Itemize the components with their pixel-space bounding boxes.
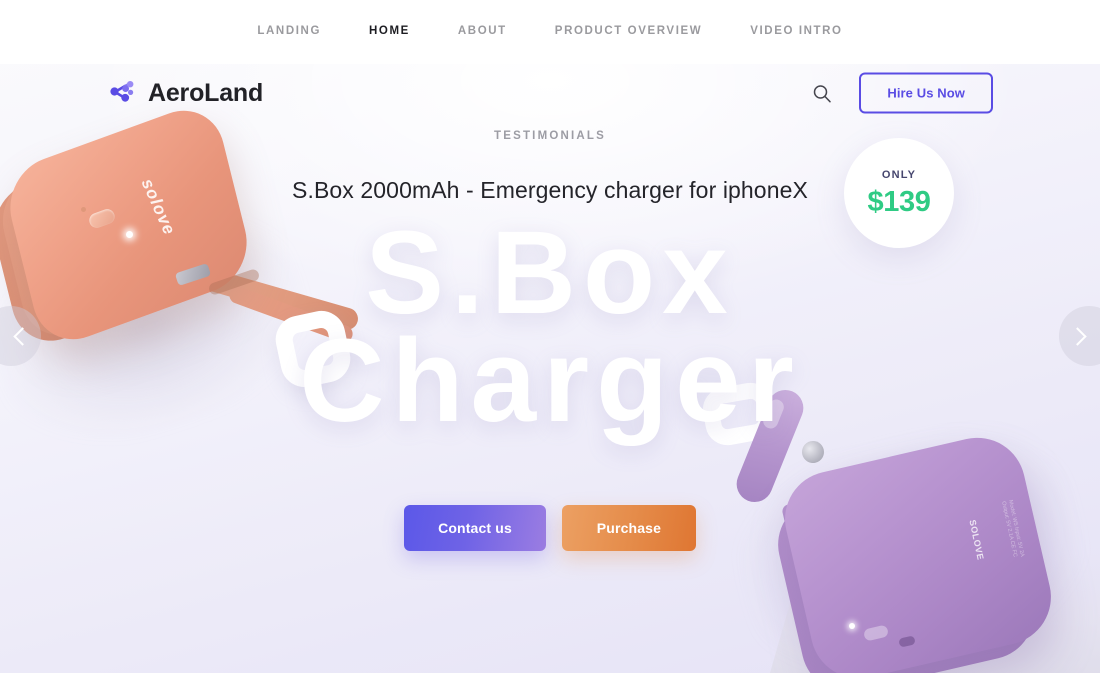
hire-us-now-button[interactable]: Hire Us Now xyxy=(859,72,993,114)
product-led xyxy=(126,231,133,238)
brand-name: AeroLand xyxy=(148,78,264,107)
search-icon[interactable] xyxy=(811,82,833,104)
contact-us-button[interactable]: Contact us xyxy=(404,505,546,551)
price-badge-amount: $139 xyxy=(867,185,931,218)
price-badge: ONLY $139 xyxy=(844,138,954,248)
nav-item-video-intro[interactable]: VIDEO INTRO xyxy=(726,26,866,38)
hero-title: S.Box 2000mAh - Emergency charger for ip… xyxy=(292,176,808,203)
nav-item-home[interactable]: HOME xyxy=(345,26,434,38)
top-navigation: LANDING HOME ABOUT PRODUCT OVERVIEW VIDE… xyxy=(0,0,1100,64)
purchase-button[interactable]: Purchase xyxy=(561,505,696,551)
header-bar: AeroLand Hire Us Now xyxy=(0,64,1100,122)
nav-item-about[interactable]: ABOUT xyxy=(434,26,531,38)
landing-page: solove SOLOVE Model: W5 Input: 5V 2A Out… xyxy=(0,0,1100,676)
product-rivet xyxy=(799,438,827,466)
brand-logo[interactable]: AeroLand xyxy=(108,79,263,107)
price-badge-label: ONLY xyxy=(881,168,917,181)
header-actions: Hire Us Now xyxy=(811,72,993,114)
hero-eyebrow: TESTIMONIALS xyxy=(493,130,606,142)
product-led xyxy=(849,623,855,629)
product-power-symbol xyxy=(81,207,86,212)
node-network-icon xyxy=(110,81,134,102)
nav-item-product-overview[interactable]: PRODUCT OVERVIEW xyxy=(531,26,726,38)
chevron-left-icon xyxy=(13,326,32,346)
chevron-right-icon xyxy=(1068,326,1087,346)
nav-item-landing[interactable]: LANDING xyxy=(233,26,345,38)
hero-cta-group: Contact us Purchase xyxy=(0,505,1100,551)
